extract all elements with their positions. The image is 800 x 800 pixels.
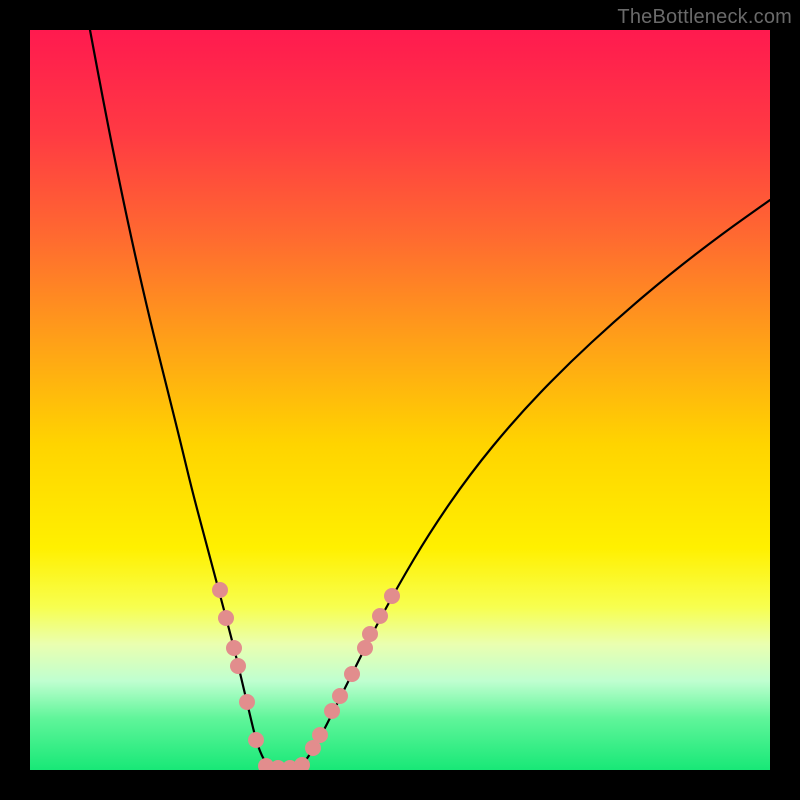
plot-area xyxy=(30,30,770,770)
marker-dot xyxy=(332,688,348,704)
marker-dot xyxy=(239,694,255,710)
marker-dot xyxy=(357,640,373,656)
marker-dot xyxy=(324,703,340,719)
chart-svg xyxy=(30,30,770,770)
outer-frame: TheBottleneck.com xyxy=(0,0,800,800)
marker-dot xyxy=(312,727,328,743)
marker-dot xyxy=(218,610,234,626)
marker-dot xyxy=(248,732,264,748)
marker-dot xyxy=(226,640,242,656)
marker-dot xyxy=(362,626,378,642)
gradient-background xyxy=(30,30,770,770)
marker-dot xyxy=(230,658,246,674)
marker-dot xyxy=(372,608,388,624)
marker-dot xyxy=(212,582,228,598)
marker-dot xyxy=(344,666,360,682)
marker-dot xyxy=(384,588,400,604)
watermark-text: TheBottleneck.com xyxy=(617,6,792,29)
